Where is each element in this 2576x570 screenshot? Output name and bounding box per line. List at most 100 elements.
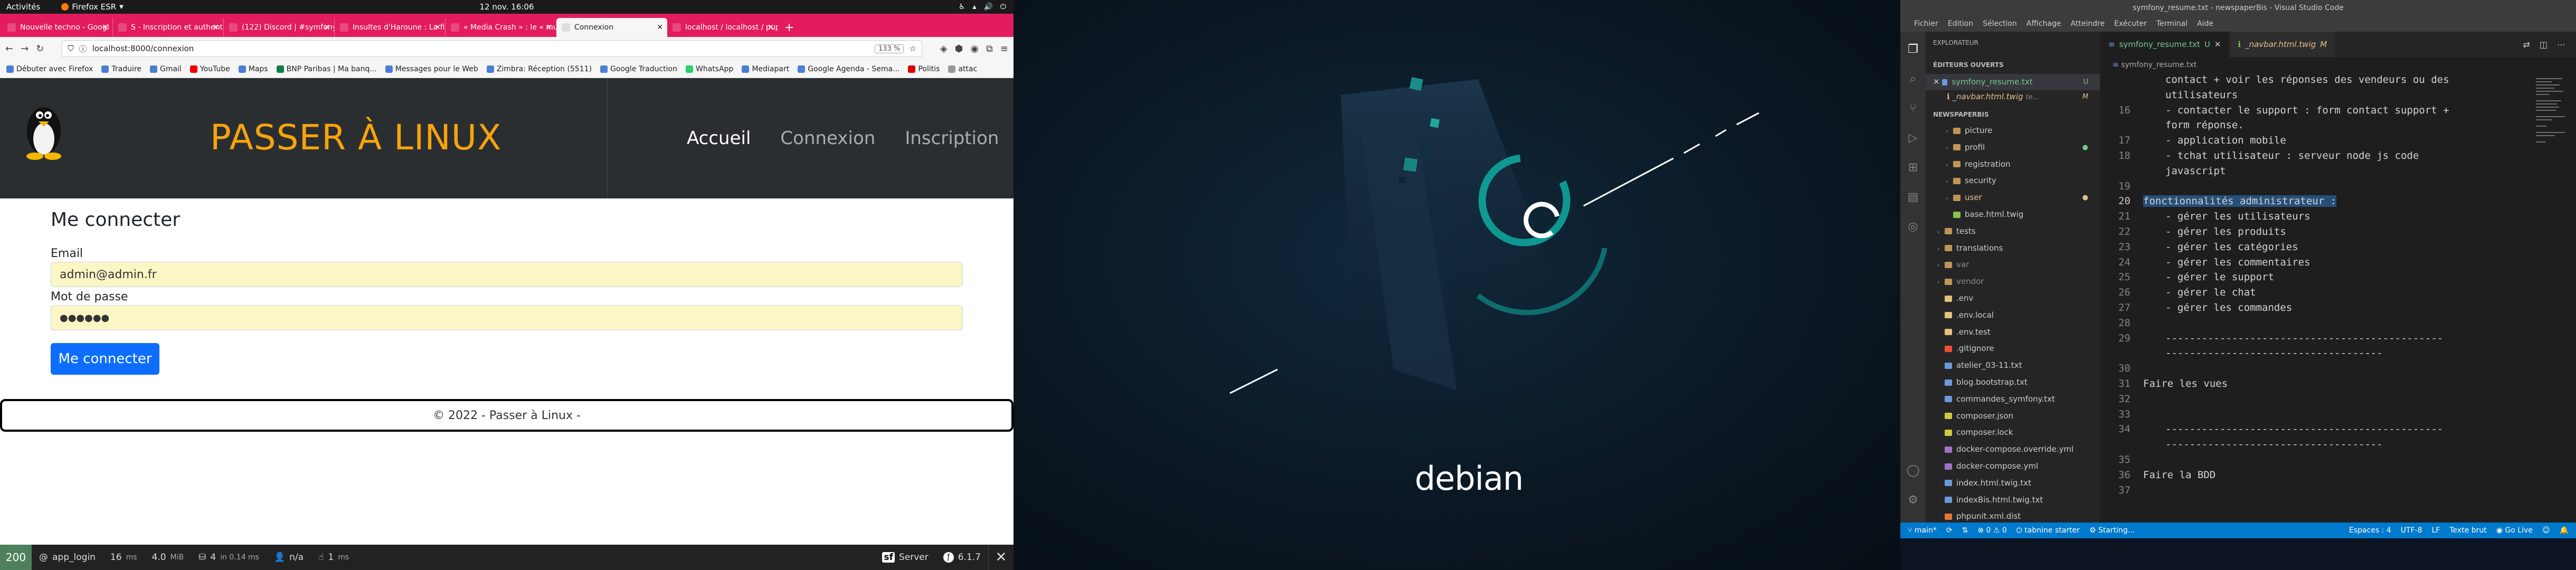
sync-icon[interactable]: ⟳	[1946, 526, 1953, 535]
code-line[interactable]: ------------------------------------	[2165, 439, 2383, 450]
bookmark-item[interactable]: BNP Paribas | Ma banq...	[276, 65, 377, 73]
database-item[interactable]: ⛁ 4 in 0.14 ms	[191, 545, 267, 570]
file-tree-item[interactable]: › picture	[1926, 122, 2100, 139]
feedback-icon[interactable]: ☺	[2542, 526, 2550, 535]
back-icon[interactable]: ←	[5, 43, 13, 54]
tab-connexion[interactable]: Connexion ✕	[556, 18, 667, 37]
source-control-icon[interactable]: ⑂	[1907, 102, 1919, 115]
bookmark-item[interactable]: Maps	[238, 65, 268, 73]
bookmark-item[interactable]: attac	[948, 65, 977, 73]
code-line[interactable]: - application mobile	[2165, 135, 2286, 146]
extensions-icon[interactable]: ⊞	[1907, 162, 1919, 174]
clock[interactable]: 12 nov. 16:06	[479, 2, 534, 12]
file-tree-item[interactable]: › var	[1926, 256, 2100, 273]
bookmark-item[interactable]: Messages pour le Web	[385, 65, 478, 73]
tab-inscription[interactable]: S - Inscription et authenti ✕	[113, 18, 224, 37]
menu-fichier[interactable]: Fichier	[1914, 20, 1938, 28]
more-actions-icon[interactable]: ⋯	[2557, 40, 2565, 50]
code-line[interactable]: contact + voir les réponses des vendeurs…	[2165, 74, 2449, 86]
account-icon[interactable]: ◉	[970, 43, 979, 54]
file-tree-item[interactable]: › security	[1926, 173, 2100, 189]
encoding-item[interactable]: UTF-8	[2401, 526, 2422, 535]
code-line[interactable]: - gérer le chat	[2165, 287, 2256, 298]
code-line[interactable]: - gérer les utilisateurs	[2165, 211, 2310, 222]
code-line[interactable]: - gérer les commandes	[2165, 302, 2292, 314]
new-tab-button[interactable]: +	[778, 18, 800, 37]
tab-google[interactable]: Nouvelle techno - Googl ✕	[2, 18, 113, 37]
system-tray[interactable]: ♿ ▴ 🔊 ⏻	[959, 3, 1006, 11]
forward-icon[interactable]: →	[21, 43, 29, 54]
close-icon[interactable]: ✕	[102, 23, 108, 32]
project-header[interactable]: NEWSPAPERBIS	[1926, 108, 2100, 121]
code-line[interactable]: - gérer le support	[2165, 271, 2274, 283]
tab-media-crash[interactable]: « Media Crash » : le « mu ✕	[446, 18, 556, 37]
code-line[interactable]: form réponse.	[2165, 119, 2244, 131]
tab-phpmyadmin[interactable]: localhost / localhost / pup ✕	[667, 18, 778, 37]
bookmark-item[interactable]: Traduire	[101, 65, 141, 73]
close-icon[interactable]: ✕	[213, 23, 219, 32]
remote-explorer-icon[interactable]: ▤	[1907, 191, 1919, 204]
close-toolbar-button[interactable]: ✕	[988, 545, 1014, 570]
file-tree-item[interactable]: docker-compose.yml	[1926, 458, 2100, 474]
language-item[interactable]: Texte brut	[2449, 526, 2486, 535]
code-line[interactable]: ----------------------------------------…	[2165, 423, 2443, 435]
close-icon[interactable]: ✕	[2214, 40, 2221, 49]
security-item[interactable]: 👤 n/a	[267, 545, 311, 570]
file-tree-item[interactable]: .env	[1926, 290, 2100, 307]
file-tree-item[interactable]: blog.bootstrap.txt	[1926, 374, 2100, 391]
file-tree-item[interactable]: › registration	[1926, 156, 2100, 173]
file-tree-item[interactable]: › tests	[1926, 223, 2100, 240]
close-icon[interactable]: ✕	[546, 23, 552, 32]
url-bar[interactable]: ⛉ ⓘ localhost:8000/connexion 133 % ☆	[62, 40, 922, 57]
bookmark-item[interactable]: YouTube	[190, 65, 230, 73]
file-tree-item[interactable]: index.html.twig.txt	[1926, 475, 2100, 491]
open-editor-item[interactable]: ✕ symfony_resume.txt U	[1926, 74, 2100, 90]
menu-executer[interactable]: Exécuter	[2114, 20, 2147, 28]
login-submit-button[interactable]: Me connecter	[51, 343, 159, 375]
open-changes-icon[interactable]: ⇄	[2523, 40, 2530, 50]
code-line[interactable]: javascript	[2165, 165, 2225, 177]
status-code[interactable]: 200	[0, 545, 32, 570]
file-tree-item[interactable]: atelier_03-11.txt	[1926, 357, 2100, 374]
code-line[interactable]: ----------------------------------------…	[2165, 332, 2443, 344]
nav-accueil[interactable]: Accueil	[608, 128, 780, 149]
go-live-item[interactable]: ◉ Go Live	[2496, 526, 2533, 535]
bookmark-item[interactable]: Google Traduction	[600, 65, 677, 73]
branch-item[interactable]: ⑂ main*	[1908, 526, 1937, 535]
file-tree-item[interactable]: commandes_symfony.txt	[1926, 391, 2100, 407]
file-tree-item[interactable]: › user ●	[1926, 189, 2100, 206]
publish-icon[interactable]: ⇅	[1962, 526, 1968, 535]
minimap[interactable]	[2534, 73, 2571, 178]
file-tree-item[interactable]: composer.json	[1926, 408, 2100, 424]
bookmark-item[interactable]: Débuter avec Firefox	[6, 65, 93, 73]
zoom-indicator[interactable]: 133 %	[875, 44, 904, 53]
code-line[interactable]: utilisateurs	[2165, 89, 2238, 101]
close-icon[interactable]: ✕	[324, 23, 330, 32]
split-editor-icon[interactable]: ◫	[2540, 40, 2547, 50]
eol-item[interactable]: LF	[2432, 526, 2440, 535]
extension-icon[interactable]: ⬢	[955, 43, 963, 54]
code-line[interactable]: - tchat utilisateur : serveur node js co…	[2165, 150, 2419, 162]
file-tree-item[interactable]: .env.local	[1926, 307, 2100, 324]
bookmark-star-icon[interactable]: ☆	[909, 44, 916, 53]
menu-terminal[interactable]: Terminal	[2156, 20, 2187, 28]
explorer-icon[interactable]: ❐	[1907, 43, 1919, 56]
starting-item[interactable]: ⚙ Starting...	[2089, 526, 2135, 535]
notifications-icon[interactable]: 🔔	[2560, 526, 2569, 535]
nav-connexion[interactable]: Connexion	[780, 128, 905, 149]
run-debug-icon[interactable]: ▷	[1907, 132, 1919, 145]
menu-selection[interactable]: Sélection	[1983, 20, 2017, 28]
site-brand[interactable]: PASSER À LINUX	[210, 117, 501, 158]
menu-aide[interactable]: Aide	[2197, 20, 2213, 28]
tab-discord[interactable]: (122) Discord | #symfony ✕	[224, 18, 335, 37]
file-tree-item[interactable]: composer.lock	[1926, 424, 2100, 441]
open-editors-header[interactable]: ÉDITEURS OUVERTS	[1926, 58, 2100, 72]
events-item[interactable]: ☝ 1 ms	[311, 545, 356, 570]
nav-inscription[interactable]: Inscription	[905, 128, 1014, 149]
app-menu[interactable]: Firefox ESR ▼	[61, 2, 124, 12]
file-tree-item[interactable]: › vendor	[1926, 273, 2100, 290]
server-item[interactable]: sf Server	[875, 545, 935, 570]
file-tree-item[interactable]: .gitignore	[1926, 340, 2100, 357]
tab-insultes[interactable]: Insultes d'Haroune : La fi ✕	[335, 18, 446, 37]
bookmark-item[interactable]: Google Agenda - Sema...	[798, 65, 899, 73]
